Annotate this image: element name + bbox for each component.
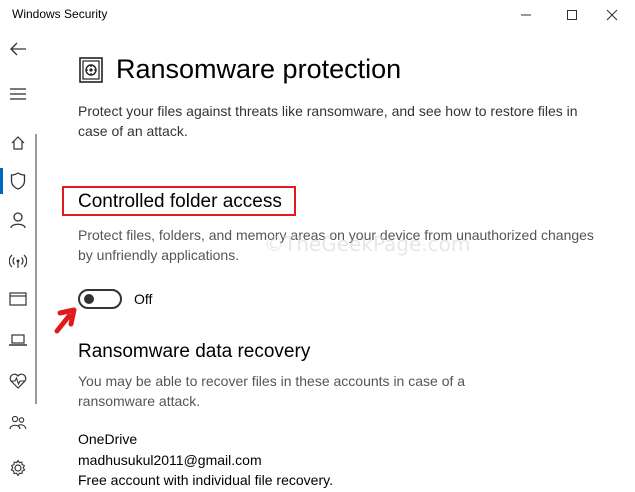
- wireless-icon: [9, 254, 27, 268]
- nav-family-options[interactable]: [0, 405, 36, 439]
- window-title: Windows Security: [12, 7, 108, 21]
- back-button[interactable]: [0, 32, 36, 66]
- page-header: Ransomware protection: [78, 54, 401, 85]
- onedrive-plan: Free account with individual file recove…: [78, 472, 333, 488]
- back-arrow-icon: [10, 42, 26, 56]
- ransomware-data-recovery-heading: Ransomware data recovery: [78, 341, 311, 362]
- nav-app-browser-control[interactable]: [0, 282, 36, 316]
- app-browser-icon: [9, 292, 27, 306]
- home-icon: [11, 136, 25, 150]
- gear-icon: [10, 459, 26, 477]
- nav-home[interactable]: [0, 126, 36, 160]
- nav-settings[interactable]: [0, 451, 36, 485]
- minimize-icon: [521, 14, 531, 16]
- minimize-button[interactable]: [503, 0, 549, 30]
- controlled-folder-access-description: Protect files, folders, and memory areas…: [78, 227, 594, 263]
- controlled-folder-access-toggle[interactable]: [78, 289, 122, 309]
- shield-icon: [10, 172, 26, 190]
- nav-device-security[interactable]: [0, 323, 36, 357]
- toggle-knob: [84, 294, 94, 304]
- close-icon: [606, 9, 618, 21]
- onedrive-provider: OneDrive: [78, 431, 138, 447]
- controlled-folder-access-heading: Controlled folder access: [78, 191, 282, 212]
- ransomware-data-recovery-description: You may be able to recover files in thes…: [78, 373, 466, 409]
- ransomware-protection-icon: [79, 56, 103, 83]
- nav-device-performance[interactable]: [0, 364, 36, 398]
- laptop-icon: [9, 334, 27, 346]
- nav-account-protection[interactable]: [0, 203, 36, 237]
- family-icon: [9, 415, 27, 430]
- toggle-state-label: Off: [134, 291, 153, 307]
- title-bar: Windows Security: [0, 0, 635, 30]
- menu-button[interactable]: [0, 77, 36, 111]
- red-arrow-annotation-icon: [54, 307, 77, 334]
- page-description: Protect your files against threats like …: [78, 103, 578, 139]
- nav-virus-protection[interactable]: [0, 164, 36, 198]
- person-icon: [10, 212, 26, 229]
- onedrive-account-email: madhusukul2011@gmail.com: [78, 452, 262, 468]
- maximize-icon: [567, 10, 577, 20]
- windows-security-window: Windows Security Ransomware protection P…: [0, 0, 635, 492]
- page-title: Ransomware protection: [116, 54, 402, 84]
- heart-pulse-icon: [9, 373, 27, 389]
- nav-firewall-network[interactable]: [0, 244, 36, 278]
- hamburger-menu-icon: [10, 88, 26, 100]
- close-button[interactable]: [589, 0, 635, 30]
